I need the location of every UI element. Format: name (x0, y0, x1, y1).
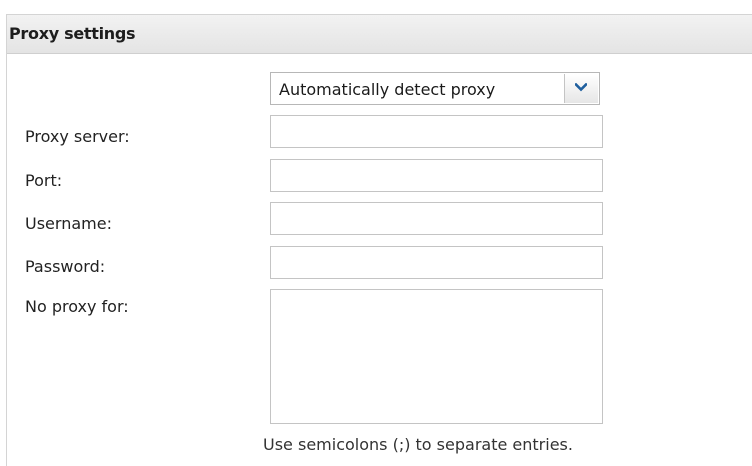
clipped-heading-strip (0, 0, 752, 14)
password-label: Password: (25, 257, 106, 276)
proxy-server-label: Proxy server: (25, 127, 130, 146)
proxy-server-input[interactable] (270, 115, 603, 148)
panel-header: Proxy settings (7, 14, 752, 54)
chevron-down-icon (575, 83, 587, 92)
panel-title: Proxy settings (9, 24, 136, 43)
proxy-mode-value: Automatically detect proxy (279, 80, 496, 99)
no-proxy-for-label: No proxy for: (25, 297, 129, 316)
proxy-settings-panel: Proxy settings Automatically detect prox… (6, 14, 752, 466)
no-proxy-hint: Use semicolons (;) to separate entries. (263, 435, 573, 454)
username-label: Username: (25, 214, 112, 233)
proxy-mode-select[interactable]: Automatically detect proxy (270, 72, 600, 105)
port-input[interactable] (270, 159, 603, 192)
no-proxy-for-textarea[interactable] (270, 289, 603, 424)
port-label: Port: (25, 171, 63, 190)
password-input[interactable] (270, 246, 603, 279)
username-input[interactable] (270, 202, 603, 235)
proxy-settings-page: Proxy settings Automatically detect prox… (0, 0, 752, 466)
proxy-mode-dropdown-button[interactable] (564, 74, 598, 103)
